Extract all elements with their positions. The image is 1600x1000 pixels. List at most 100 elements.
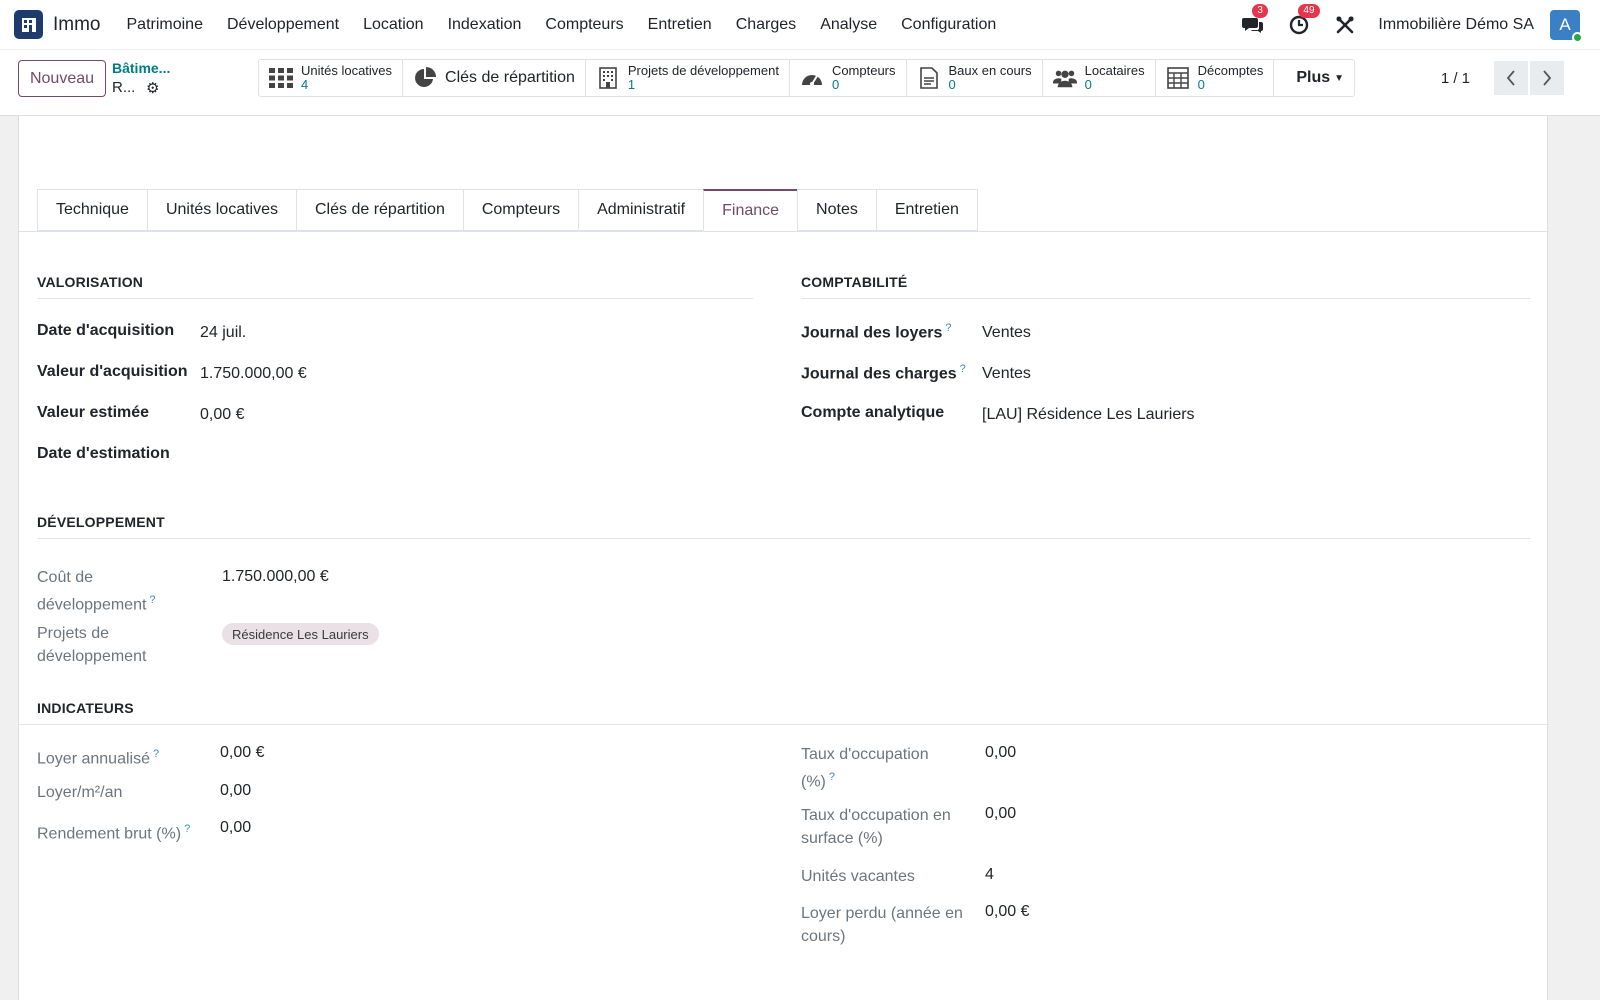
help-tooltip-icon[interactable]: ? [153,748,159,760]
lost-rent-field: 0,00 € [985,903,1030,920]
gross-yield-field: 0,00 [220,819,252,836]
smart-button-value: 4 [301,77,309,92]
chevron-right-icon [1543,70,1552,86]
tab-technique[interactable]: Technique [37,189,147,231]
occupancy-rate-label-line2: (%) [801,773,826,791]
messages-badge: 3 [1252,4,1268,18]
breadcrumb-parent[interactable]: Bâtime... [112,60,170,76]
company-switcher[interactable]: Immobilière Démo SA [1378,16,1534,34]
help-tooltip-icon[interactable]: ? [829,771,835,783]
smart-button-label: Clés de répartition [445,69,575,86]
calculator-icon [1166,66,1190,90]
online-status-dot [1572,32,1583,43]
charges-journal-field[interactable]: Ventes [982,365,1031,383]
menu-indexation[interactable]: Indexation [436,16,534,34]
section-divider [37,538,1531,539]
notebook-tabs: Technique Unités locatives Clés de répar… [37,189,978,231]
development-cost-label-line1: Coût de [37,569,94,586]
rent-journal-field[interactable]: Ventes [982,324,1031,342]
lost-rent-label-line1: Loyer perdu (année en [801,905,963,922]
estimation-date-field[interactable] [200,447,400,467]
grid-icon [269,66,293,90]
gross-yield-label-text: Rendement brut (%) [37,825,182,843]
tab-finance[interactable]: Finance [703,189,798,231]
section-divider [801,298,1531,299]
estimated-value-field[interactable]: 0,00 € [200,406,244,424]
smart-button-compteurs[interactable]: Compteurs 0 [790,60,907,96]
chevron-left-icon [1506,70,1515,86]
smart-button-value: 0 [1084,77,1092,92]
tab-notes[interactable]: Notes [797,189,876,231]
smart-button-cles[interactable]: Clés de répartition [403,60,586,96]
document-icon [917,66,941,90]
gross-yield-label: Rendement brut (%)? [37,818,190,845]
acquisition-date-label: Date d'acquisition [37,322,175,339]
smart-button-value: 0 [831,77,840,92]
section-title-developpement: DÉVELOPPEMENT [37,514,165,530]
pager-previous-button[interactable] [1494,61,1528,95]
record-actions-gear-icon[interactable]: ⚙ [146,79,159,97]
messages-button[interactable]: 3 [1240,4,1268,38]
smart-button-decomptes[interactable]: Décomptes 0 [1156,60,1275,96]
pager-next-button[interactable] [1530,61,1564,95]
pager-value[interactable]: 1 / 1 [1441,70,1470,87]
smart-button-projets[interactable]: Projets de développement 1 [586,60,790,96]
acquisition-date-field[interactable]: 24 juil. [200,324,246,342]
development-projects-label: Projets de développement [37,622,146,668]
more-button[interactable]: Plus ▼ [1274,60,1354,96]
help-tooltip-icon[interactable]: ? [149,594,155,606]
new-button[interactable]: Nouveau [18,60,106,97]
app-name[interactable]: Immo [53,14,101,36]
analytic-account-label: Compte analytique [801,404,945,421]
charges-journal-label-text: Journal des charges [801,365,957,383]
smart-button-unites[interactable]: Unités locatives 4 [259,60,404,96]
tab-cles-repartition[interactable]: Clés de répartition [296,189,463,231]
form-sheet: Technique Unités locatives Clés de répar… [18,116,1549,1000]
analytic-account-field[interactable]: [LAU] Résidence Les Lauriers [982,406,1195,424]
help-tooltip-icon[interactable]: ? [960,363,966,375]
smart-buttons: Unités locatives 4 Clés de répartition Pr… [258,59,1356,97]
pie-chart-icon [413,66,437,90]
section-title-valorisation: VALORISATION [37,274,144,290]
menu-developpement[interactable]: Développement [215,16,351,34]
occupancy-rate-label-line1: Taux d'occupation [801,746,929,763]
tab-administratif[interactable]: Administratif [578,189,704,231]
surface-occupancy-field: 0,00 [985,805,1017,822]
menu-compteurs[interactable]: Compteurs [533,16,635,34]
tools-icon [1336,16,1354,34]
gauge-icon [800,66,824,90]
project-tag[interactable]: Résidence Les Lauriers [222,623,379,645]
surface-occupancy-label: Taux d'occupation en surface (%) [801,804,951,850]
tabs-divider [19,231,1549,232]
app-building-icon[interactable] [14,10,43,39]
development-cost-field[interactable]: 1.750.000,00 € [222,568,329,586]
section-divider [19,724,1549,725]
tab-unites-locatives[interactable]: Unités locatives [146,189,296,231]
surface-occupancy-label-line2: surface (%) [801,830,883,847]
smart-button-baux[interactable]: Baux en cours 0 [907,60,1043,96]
user-avatar[interactable]: A [1550,10,1583,43]
smart-button-value: 0 [1197,77,1205,92]
lost-rent-label-line2: cours) [801,928,846,945]
surface-occupancy-label-line1: Taux d'occupation en [801,807,951,824]
smart-button-locataires[interactable]: Locataires 0 [1043,60,1156,96]
development-cost-label: Coût de développement? [37,566,156,616]
menu-charges[interactable]: Charges [724,16,808,34]
building-icon [596,66,620,90]
acquisition-value-field[interactable]: 1.750.000,00 € [200,365,307,383]
menu-patrimoine[interactable]: Patrimoine [115,16,215,34]
menu-entretien[interactable]: Entretien [636,16,724,34]
menu-analyse[interactable]: Analyse [808,16,889,34]
menu-configuration[interactable]: Configuration [889,16,1008,34]
help-tooltip-icon[interactable]: ? [184,823,190,835]
tab-entretien[interactable]: Entretien [875,189,978,231]
debug-tools-button[interactable] [1332,12,1358,38]
smart-button-label: Compteurs [831,63,896,78]
menu-location[interactable]: Location [351,16,436,34]
users-icon [1052,66,1077,90]
section-title-comptabilite: COMPTABILITÉ [801,274,908,290]
tab-compteurs[interactable]: Compteurs [462,189,579,231]
vacant-units-field: 4 [985,866,994,883]
activities-button[interactable]: 49 [1286,4,1320,38]
help-tooltip-icon[interactable]: ? [945,322,951,334]
